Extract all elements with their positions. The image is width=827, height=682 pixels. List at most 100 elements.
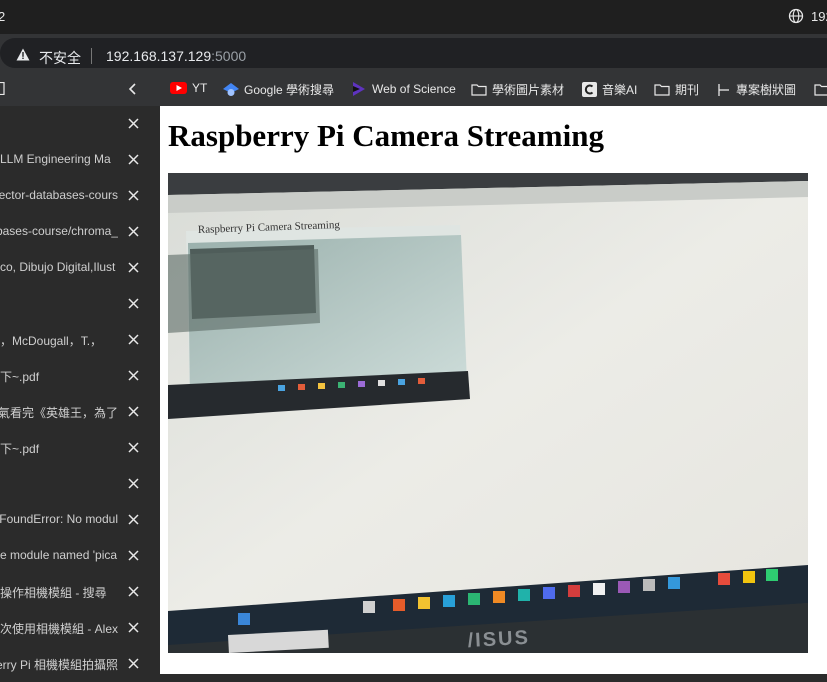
tab-title-text: LLM Engineering Ma (0, 152, 111, 166)
monitor-brand-text: /ISUS (467, 627, 530, 652)
vertical-tabs-panel: LLM Engineering Ma ector-databases-cours… (0, 106, 155, 674)
bookmark-music-ai[interactable]: 音樂AI (582, 81, 637, 98)
address-bar-row: 不安全 192.168.137.129:5000 (0, 34, 827, 72)
bookmark-label: 期刊 (675, 83, 700, 97)
tab-title-text: e module named 'pica (0, 548, 118, 562)
tab-item[interactable] (0, 466, 155, 502)
close-icon[interactable] (128, 622, 139, 633)
app-icon (582, 82, 597, 97)
tab-title-text: FoundError: No modul (0, 512, 118, 526)
tab-title: FoundError: No modul (0, 512, 118, 526)
tab-title: ，McDougall，T.， (0, 332, 118, 349)
tab-title-text: 次使用相機模組 - Alex (0, 622, 118, 636)
tab-title-text: bases-course/chroma_ (0, 224, 118, 238)
tab-item[interactable]: co, Dibujo Digital,Ilust (0, 250, 155, 286)
globe-icon[interactable] (788, 8, 804, 24)
side-panel-icon[interactable] (0, 82, 5, 95)
bookmark-label: 學術圖片素材 (492, 83, 565, 97)
bookmark-label: Web of Science (372, 82, 456, 96)
close-icon[interactable] (128, 586, 139, 597)
close-icon[interactable] (128, 550, 139, 561)
google-scholar-icon (223, 82, 239, 96)
tab-title-text: 氣看完《英雄王，為了 (0, 406, 118, 420)
tab-item[interactable]: 下~.pdf (0, 430, 155, 466)
tab-item[interactable]: 次使用相機模組 - Alex (0, 610, 155, 646)
tab-item[interactable]: 氣看完《英雄王，為了 (0, 394, 155, 430)
tab-title-text: ，McDougall，T.， (0, 334, 103, 348)
tab-item[interactable]: LLM Engineering Ma (0, 142, 155, 178)
tab-title-text: erry Pi 相機模組拍攝照 (0, 658, 118, 672)
close-icon[interactable] (128, 406, 139, 417)
tab-title-text: co, Dibujo Digital,Ilust (0, 260, 116, 274)
web-of-science-icon (353, 82, 365, 96)
close-icon[interactable] (128, 226, 139, 237)
close-icon[interactable] (128, 262, 139, 273)
youtube-icon (170, 82, 187, 94)
camera-stream-image: Raspberry Pi Camera Streaming /ISUS (168, 173, 808, 653)
warning-icon[interactable] (16, 48, 30, 61)
close-icon[interactable] (128, 658, 139, 669)
window-titlebar: 2 192 (0, 0, 827, 34)
close-icon[interactable] (128, 118, 139, 129)
folder-icon (471, 84, 487, 96)
close-icon[interactable] (128, 514, 139, 525)
tab-item[interactable] (0, 106, 155, 142)
security-label[interactable]: 不安全 (39, 48, 81, 68)
bookmark-google-scholar[interactable]: Google 學術搜尋 (223, 81, 334, 98)
tab-title-text: 下~.pdf (0, 370, 40, 384)
tab-title-text: 操作相機模組 - 搜尋 (0, 586, 107, 600)
tab-item[interactable]: ector-databases-cours (0, 178, 155, 214)
close-icon[interactable] (128, 298, 139, 309)
titlebar-right-text: 192 (811, 9, 827, 24)
tab-item[interactable]: bases-course/chroma_ (0, 214, 155, 250)
tab-item[interactable]: ，McDougall，T.， (0, 322, 155, 358)
close-icon[interactable] (128, 334, 139, 345)
folder-icon (654, 84, 670, 96)
bookmark-folder-journals[interactable]: 期刊 (654, 81, 699, 98)
url-port: :5000 (211, 48, 247, 64)
tab-item[interactable]: 操作相機模組 - 搜尋 (0, 574, 155, 610)
page-title: Raspberry Pi Camera Streaming (168, 118, 604, 153)
bookmark-label: 音樂AI (602, 83, 638, 97)
bookmark-project-tree[interactable]: 專案樹狀圖 (717, 81, 796, 98)
tab-title-text: ector-databases-cours (0, 188, 118, 202)
bookmark-label: YT (192, 81, 208, 95)
page-content: Raspberry Pi Camera Streaming Raspberry … (160, 106, 827, 674)
tab-title: bases-course/chroma_ (0, 224, 118, 238)
close-icon[interactable] (128, 442, 139, 453)
close-icon[interactable] (128, 154, 139, 165)
tab-title: 次使用相機模組 - Alex (0, 620, 118, 637)
titlebar-left-text: 2 (0, 9, 6, 24)
tab-title-text: 下~.pdf (0, 442, 40, 456)
tab-item[interactable]: e module named 'pica (0, 538, 155, 574)
tab-title: ector-databases-cours (0, 188, 118, 202)
tab-title: 氣看完《英雄王，為了 (0, 404, 118, 421)
tree-icon (718, 83, 729, 96)
bookmark-yt[interactable]: YT (170, 81, 207, 95)
close-icon[interactable] (128, 478, 139, 489)
bookmark-label: 專案樹狀圖 (736, 83, 797, 97)
close-icon[interactable] (128, 370, 139, 381)
tab-item[interactable]: FoundError: No modul (0, 502, 155, 538)
address-bar[interactable]: 不安全 192.168.137.129:5000 (0, 38, 827, 68)
chevron-left-icon[interactable] (126, 82, 140, 96)
address-divider (91, 48, 92, 64)
tab-item[interactable]: erry Pi 相機模組拍攝照 (0, 646, 155, 682)
tab-title: 下~.pdf (0, 368, 118, 385)
tab-title: 操作相機模組 - 搜尋 (0, 584, 118, 601)
tab-title: 下~.pdf (0, 440, 118, 457)
bookmarks-bar: YT Google 學術搜尋 Web of Science 學術圖片素材 音樂A… (0, 72, 827, 106)
tab-title: e module named 'pica (0, 548, 118, 562)
close-icon[interactable] (128, 190, 139, 201)
tab-title: erry Pi 相機模組拍攝照 (0, 656, 118, 673)
bookmark-web-of-science[interactable]: Web of Science (351, 81, 456, 97)
folder-icon[interactable] (814, 83, 827, 96)
url-host: 192.168.137.129 (106, 48, 212, 64)
tab-item[interactable]: 下~.pdf (0, 358, 155, 394)
url-text[interactable]: 192.168.137.129:5000 (106, 48, 246, 64)
tab-title: co, Dibujo Digital,Ilust (0, 260, 118, 274)
bookmark-label: Google 學術搜尋 (244, 83, 335, 97)
bookmark-folder-images[interactable]: 學術圖片素材 (471, 81, 564, 98)
tab-title: LLM Engineering Ma (0, 152, 118, 166)
tab-item[interactable] (0, 286, 155, 322)
